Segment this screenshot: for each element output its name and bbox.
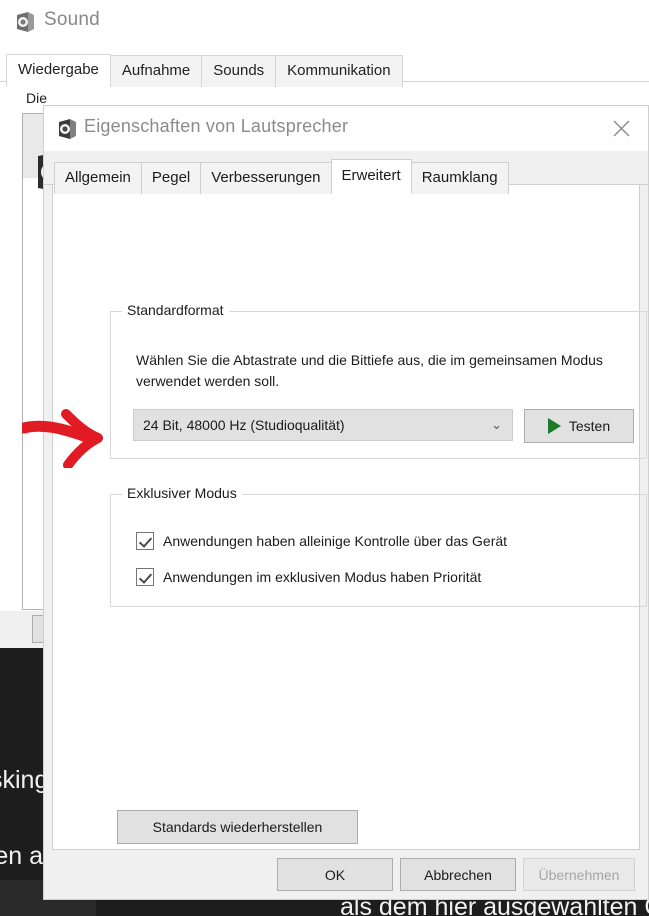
- checkbox-exclusive-priority-label: Anwendungen im exklusiven Modus haben Pr…: [163, 569, 482, 585]
- screen-root: sking ren a als dem hier ausgewählten G …: [0, 0, 649, 916]
- dialog-title: Eigenschaften von Lautsprecher: [84, 116, 349, 136]
- speaker-properties-dialog: Standardformat Wählen Sie die Abtastrate…: [43, 105, 649, 900]
- tab-sounds[interactable]: Sounds: [201, 55, 277, 87]
- tab-pegel[interactable]: Pegel: [140, 162, 202, 195]
- tab-wiedergabe[interactable]: Wiedergabe: [6, 54, 111, 87]
- checkbox-icon[interactable]: [136, 568, 154, 586]
- checkbox-icon[interactable]: [136, 532, 154, 550]
- checkbox-exclusive-control[interactable]: Anwendungen haben alleinige Kontrolle üb…: [136, 532, 507, 550]
- tab-allgemein[interactable]: Allgemein: [54, 162, 142, 195]
- play-icon: [547, 418, 561, 434]
- restore-defaults-button[interactable]: Standards wiederherstellen: [117, 810, 358, 844]
- standardformat-group-title: Standardformat: [122, 302, 229, 318]
- sample-rate-value: 24 Bit, 48000 Hz (Studioqualität): [143, 417, 345, 433]
- exklusiver-modus-group: Exklusiver Modus: [110, 485, 647, 607]
- speaker-icon: [59, 119, 76, 139]
- tab-aufnahme[interactable]: Aufnahme: [109, 55, 203, 87]
- dialog-tabs: Allgemein Pegel Verbesserungen Erweitert…: [54, 159, 509, 195]
- close-icon[interactable]: [600, 112, 642, 144]
- apply-button: Übernehmen: [523, 858, 635, 891]
- cancel-button[interactable]: Abbrechen: [400, 858, 516, 891]
- ok-button[interactable]: OK: [277, 858, 393, 891]
- speaker-icon: [17, 12, 34, 32]
- standardformat-description: Wählen Sie die Abtastrate und die Bittie…: [136, 352, 603, 389]
- test-button-label: Testen: [568, 418, 611, 434]
- close-glyph: [613, 120, 629, 136]
- tab-erweitert[interactable]: Erweitert: [330, 159, 412, 195]
- backdrop-text-1: sking: [0, 766, 49, 794]
- sound-window-title: Sound: [44, 9, 100, 30]
- chevron-down-icon: ⌄: [491, 417, 502, 432]
- tab-verbesserungen[interactable]: Verbesserungen: [200, 162, 332, 195]
- checkbox-exclusive-control-label: Anwendungen haben alleinige Kontrolle üb…: [163, 533, 508, 549]
- exklusiver-modus-group-title: Exklusiver Modus: [122, 485, 242, 501]
- sample-rate-combobox[interactable]: 24 Bit, 48000 Hz (Studioqualität) ⌄: [133, 409, 513, 441]
- checkbox-exclusive-priority[interactable]: Anwendungen im exklusiven Modus haben Pr…: [136, 568, 481, 586]
- sound-window-hint-text: Die: [26, 90, 48, 106]
- tab-kommunikation[interactable]: Kommunikation: [275, 55, 403, 87]
- tab-raumklang[interactable]: Raumklang: [410, 162, 509, 195]
- sound-window-tabs: Wiedergabe Aufnahme Sounds Kommunikation: [6, 54, 403, 87]
- backdrop-text-2: ren a: [0, 842, 43, 870]
- test-button[interactable]: Testen: [524, 409, 634, 443]
